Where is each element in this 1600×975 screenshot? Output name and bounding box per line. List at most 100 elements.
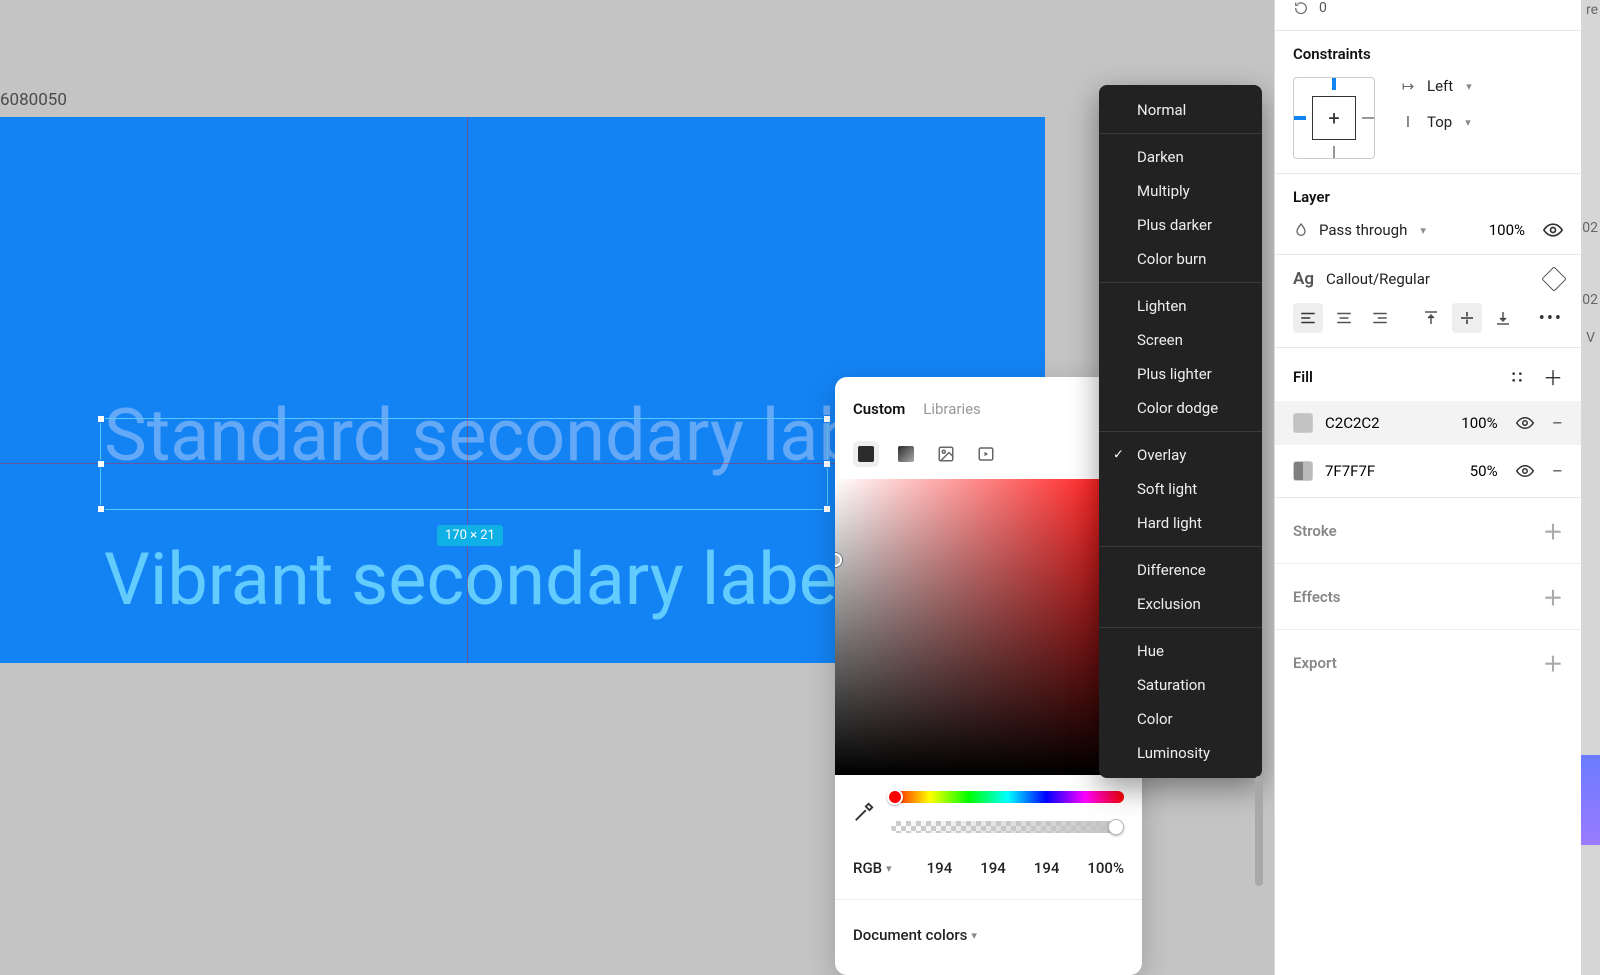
valign-middle-icon xyxy=(1458,309,1476,327)
constraints-section: Constraints + ↦ Left▾ Ⅰ Top▾ xyxy=(1275,31,1581,174)
blend-mode-dropdown: Normal DarkenMultiplyPlus darkerColor bur… xyxy=(1099,85,1262,778)
blend-mode-option[interactable]: Screen xyxy=(1099,323,1262,357)
text-align-left[interactable] xyxy=(1293,303,1323,333)
rgb-r-input[interactable]: 194 xyxy=(927,859,953,877)
blend-mode-option[interactable]: Saturation xyxy=(1099,668,1262,702)
solid-swatch-icon xyxy=(858,446,874,462)
resize-handle-middle-right[interactable] xyxy=(823,460,831,468)
rotation-input[interactable]: 0 xyxy=(1319,0,1327,16)
canvas-scrollbar[interactable] xyxy=(1255,776,1263,886)
saturation-value-area[interactable] xyxy=(835,479,1142,775)
fill-visibility-0[interactable] xyxy=(1516,414,1534,432)
constraint-horizontal-select[interactable]: ↦ Left▾ xyxy=(1399,77,1472,95)
add-export-button[interactable]: ＋ xyxy=(1543,648,1563,677)
blend-mode-option[interactable]: Color dodge xyxy=(1099,391,1262,425)
constraint-pin-top[interactable] xyxy=(1332,78,1336,90)
sv-cursor[interactable] xyxy=(835,553,842,567)
rgb-b-input[interactable]: 194 xyxy=(1034,859,1060,877)
resize-handle-top-right[interactable] xyxy=(823,415,831,423)
constraint-pin-bottom[interactable] xyxy=(1333,146,1335,158)
fill-row-0[interactable]: C2C2C2 100% − xyxy=(1275,401,1581,445)
edge-gradient xyxy=(1581,755,1600,845)
fill-swatch-0[interactable] xyxy=(1293,413,1313,433)
blend-mode-option[interactable]: Soft light xyxy=(1099,472,1262,506)
valign-bottom-icon xyxy=(1494,309,1512,327)
fill-hex-1[interactable]: 7F7F7F xyxy=(1325,462,1375,480)
add-effect-button[interactable]: ＋ xyxy=(1543,582,1563,611)
stroke-section[interactable]: Stroke＋ xyxy=(1275,498,1581,564)
blend-mode-option[interactable]: Difference xyxy=(1099,553,1262,587)
vibrant-secondary-label[interactable]: Vibrant secondary label xyxy=(104,537,854,622)
eye-icon xyxy=(1543,220,1563,240)
blend-mode-option[interactable]: Plus lighter xyxy=(1099,357,1262,391)
resize-handle-top-left[interactable] xyxy=(97,415,105,423)
blend-mode-option[interactable]: Color burn xyxy=(1099,242,1262,276)
alpha-slider[interactable] xyxy=(891,821,1124,833)
tab-custom[interactable]: Custom xyxy=(853,400,905,418)
menu-separator xyxy=(1099,133,1262,134)
fill-opacity-1[interactable]: 50% xyxy=(1470,462,1498,480)
blend-mode-option[interactable]: Lighten xyxy=(1099,289,1262,323)
constraints-title: Constraints xyxy=(1293,45,1563,63)
text-style-name[interactable]: Callout/Regular xyxy=(1326,270,1430,288)
effects-section[interactable]: Effects＋ xyxy=(1275,564,1581,630)
fill-visibility-1[interactable] xyxy=(1516,462,1534,480)
constraints-widget[interactable]: + xyxy=(1293,77,1375,159)
tab-libraries[interactable]: Libraries xyxy=(923,400,981,418)
eye-icon xyxy=(1516,414,1534,432)
eyedropper-button[interactable] xyxy=(853,801,875,823)
remove-fill-0[interactable]: − xyxy=(1552,411,1563,435)
constraint-pin-left[interactable] xyxy=(1294,116,1306,120)
text-more-button[interactable]: ••• xyxy=(1539,308,1563,329)
fill-hex-0[interactable]: C2C2C2 xyxy=(1325,414,1380,432)
resize-handle-middle-left[interactable] xyxy=(97,460,105,468)
fill-opacity-0[interactable]: 100% xyxy=(1461,414,1497,432)
fill-type-image[interactable] xyxy=(933,441,959,467)
detach-style-button[interactable] xyxy=(1541,266,1566,291)
export-section[interactable]: Export＋ xyxy=(1275,630,1581,695)
resize-handle-bottom-right[interactable] xyxy=(823,505,831,513)
text-valign-bottom[interactable] xyxy=(1488,303,1518,333)
layer-title: Layer xyxy=(1293,188,1563,206)
fill-type-solid[interactable] xyxy=(853,441,879,467)
selection-box[interactable] xyxy=(100,418,828,510)
blend-mode-option[interactable]: Luminosity xyxy=(1099,736,1262,770)
add-fill-button[interactable]: ＋ xyxy=(1543,362,1563,391)
remove-fill-1[interactable]: − xyxy=(1552,459,1563,483)
text-valign-middle[interactable] xyxy=(1452,303,1482,333)
blend-mode-option[interactable]: Plus darker xyxy=(1099,208,1262,242)
text-align-center[interactable] xyxy=(1329,303,1359,333)
text-align-right[interactable] xyxy=(1365,303,1395,333)
layer-opacity-input[interactable]: 100% xyxy=(1489,221,1525,239)
blend-mode-option[interactable]: Overlay✓ xyxy=(1099,438,1262,472)
hue-slider[interactable] xyxy=(891,791,1124,803)
resize-handle-bottom-left[interactable] xyxy=(97,505,105,513)
blend-mode-option[interactable]: Multiply xyxy=(1099,174,1262,208)
document-colors-toggle[interactable]: Document colors▾ xyxy=(835,899,1142,944)
color-mode-select[interactable]: RGB▾ xyxy=(853,859,892,877)
eye-icon xyxy=(1516,462,1534,480)
menu-separator xyxy=(1099,546,1262,547)
constraint-vertical-select[interactable]: Ⅰ Top▾ xyxy=(1399,113,1472,131)
blend-mode-option[interactable]: Darken xyxy=(1099,140,1262,174)
constraint-pin-right[interactable] xyxy=(1362,117,1374,119)
rgb-a-input[interactable]: 100% xyxy=(1087,859,1124,877)
fill-type-gradient[interactable] xyxy=(893,441,919,467)
rgb-g-input[interactable]: 194 xyxy=(980,859,1006,877)
hue-thumb[interactable] xyxy=(887,789,903,805)
align-left-icon xyxy=(1299,309,1317,327)
blend-mode-option[interactable]: Exclusion xyxy=(1099,587,1262,621)
blend-mode-option[interactable]: Normal xyxy=(1099,93,1262,127)
blend-mode-option[interactable]: Hard light xyxy=(1099,506,1262,540)
blend-mode-option[interactable]: Color xyxy=(1099,702,1262,736)
alpha-thumb[interactable] xyxy=(1108,819,1124,835)
text-valign-top[interactable] xyxy=(1416,303,1446,333)
fill-type-video[interactable] xyxy=(973,441,999,467)
fill-swatch-1[interactable] xyxy=(1293,461,1313,481)
visibility-toggle[interactable] xyxy=(1543,220,1563,240)
layer-blend-mode-select[interactable]: Pass through▾ xyxy=(1293,221,1426,239)
fill-row-1[interactable]: 7F7F7F 50% − xyxy=(1293,459,1563,483)
fill-style-button[interactable] xyxy=(1509,369,1525,385)
add-stroke-button[interactable]: ＋ xyxy=(1543,516,1563,545)
blend-mode-option[interactable]: Hue xyxy=(1099,634,1262,668)
